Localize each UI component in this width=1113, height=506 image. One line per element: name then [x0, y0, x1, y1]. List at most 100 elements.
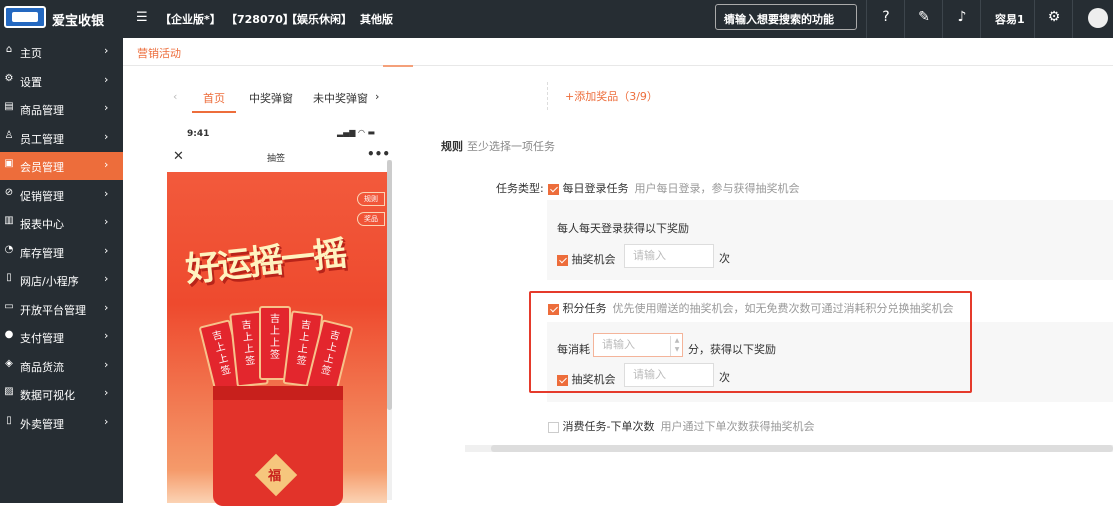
tab-marketing[interactable]: 营销活动 [137, 45, 181, 61]
tab-home[interactable]: 首页 [203, 90, 225, 106]
chevron-right-icon: › [104, 158, 109, 171]
daily-reward-label: 抽奖机会 [571, 253, 616, 266]
prev-tab-arrow-icon[interactable]: ‹ [173, 90, 177, 103]
preview-scrollbar[interactable] [387, 160, 392, 500]
highlight-box [529, 291, 972, 393]
sidebar-item-3[interactable]: ♙ 员工管理 › [0, 124, 123, 152]
preview-tabs: ‹ 首页 中奖弹窗 未中奖弹窗 › [167, 82, 393, 114]
chevron-right-icon: › [104, 272, 109, 285]
sidebar-item-label: 促销管理 [20, 189, 64, 203]
search-icon[interactable]: ⌕ [724, 10, 850, 25]
sidebar-item-8[interactable]: ▯ 网店/小程序 › [0, 266, 123, 294]
search-box[interactable]: 请输入想要搜索的功能 ⌕ [715, 4, 857, 30]
settings-icon: ⚙ [4, 72, 14, 84]
chevron-right-icon: › [104, 44, 109, 57]
daily-login-label: 每日登录任务 [562, 182, 629, 195]
sidebar-item-label: 员工管理 [20, 132, 64, 146]
sidebar-item-12[interactable]: ▨ 数据可视化 › [0, 380, 123, 408]
chevron-right-icon: › [104, 357, 109, 371]
rules-heading: 规则 至少选择一项任务 [441, 140, 555, 153]
sidebar-item-6[interactable]: ▥ 报表中心 › [0, 209, 123, 237]
sidebar-item-label: 开放平台管理 [20, 303, 86, 317]
sidebar-item-0[interactable]: ⌂ 主页 › [0, 38, 123, 66]
chevron-right-icon: › [104, 186, 109, 200]
daily-reward-checkbox[interactable] [557, 254, 568, 266]
order-task-row: 消费任务-下单次数 用户通过下单次数获得抽奖机会 [548, 418, 814, 434]
report-icon: ▥ [4, 215, 14, 226]
top-bar: 爱宝收银 ☰ 【企业版*】 【728070】 【娱乐休闲】 其他版 请输入想要搜… [0, 0, 1113, 38]
sidebar-item-13[interactable]: ▯ 外卖管理 › [0, 409, 123, 437]
tab-win-popup[interactable]: 中奖弹窗 [249, 90, 293, 106]
sidebar-item-5[interactable]: ⊘ 促销管理 › [0, 181, 123, 209]
chevron-right-icon: › [104, 72, 109, 86]
add-prize-button[interactable]: +添加奖品（3/9） [565, 88, 658, 104]
sidebar-item-10[interactable]: ● 支付管理 › [0, 323, 123, 351]
logo [4, 6, 46, 28]
daily-login-checkbox[interactable] [548, 183, 559, 195]
poster-title: 好运摇一摇 [183, 233, 348, 291]
promotion-icon: ⊘ [4, 186, 14, 198]
sidebar-item-7[interactable]: ◔ 库存管理 › [0, 238, 123, 266]
next-tab-arrow-icon[interactable]: › [375, 90, 379, 103]
sidebar-item-label: 商品货流 [20, 360, 64, 374]
phone-title: 抽签 [267, 154, 286, 164]
platform-icon: ▭ [4, 300, 14, 312]
goods-flow-icon: ◈ [5, 357, 13, 369]
horizontal-scrollbar[interactable] [465, 445, 1113, 452]
sidebar: ⌂ 主页 › ⚙ 设置 › ▤ 商品管理 › ♙ 员工管理 › ▣ 会员管理 › ⊘ 促销管理 › ▥ 报表中心 › ◔ 库… [0, 38, 123, 503]
sidebar-item-label: 数据可视化 [20, 389, 75, 402]
sidebar-item-1[interactable]: ⚙ 设置 › [0, 67, 123, 95]
edition-label: 【企业版*】 [160, 13, 221, 26]
inventory-icon: ◔ [4, 243, 14, 255]
sidebar-item-label: 主页 [20, 47, 42, 60]
daily-login-desc: 用户每日登录，参与获得抽奖机会 [634, 182, 800, 195]
product-icon: ▤ [4, 101, 14, 112]
payment-icon: ● [4, 329, 14, 340]
menu-toggle-icon[interactable]: ☰ [136, 10, 148, 25]
daily-reward-input[interactable]: 请输入 [624, 244, 714, 268]
chevron-right-icon: › [104, 386, 109, 399]
sidebar-item-11[interactable]: ◈ 商品货流 › [0, 352, 123, 380]
signal-wifi-battery-icon: ▂▄▆ ◠ ▬ [337, 128, 376, 137]
avatar[interactable] [1088, 8, 1108, 28]
sidebar-item-2[interactable]: ▤ 商品管理 › [0, 95, 123, 123]
order-task-checkbox[interactable] [548, 421, 559, 433]
sidebar-item-label: 商品管理 [20, 104, 64, 117]
order-task-desc: 用户通过下单次数获得抽奖机会 [660, 420, 815, 433]
edit-icon[interactable]: ✎ [914, 9, 934, 25]
chevron-right-icon: › [104, 329, 109, 342]
sidebar-item-label: 支付管理 [20, 332, 64, 345]
main-content: 营销活动 ‹ 首页 中奖弹窗 未中奖弹窗 › 9:41 ▂▄▆ ◠ ▬ ✕ 抽签… [123, 38, 1113, 506]
tab-lose-popup[interactable]: 未中奖弹窗 [313, 90, 368, 106]
help-icon[interactable]: ? [876, 9, 896, 25]
sidebar-item-label: 外卖管理 [20, 417, 64, 431]
sidebar-item-label: 设置 [20, 75, 42, 89]
staff-icon: ♙ [4, 129, 14, 141]
sidebar-item-label: 报表中心 [20, 218, 64, 231]
store-icon: ▯ [6, 272, 12, 283]
sidebar-item-label: 会员管理 [20, 161, 64, 174]
daily-login-hint: 每人每天登录获得以下奖励 [557, 222, 689, 235]
chevron-right-icon: › [104, 101, 109, 114]
fu-emblem: 福 [254, 453, 298, 497]
more-icon: ••• [367, 147, 391, 161]
rules-button: 规则 [357, 192, 385, 206]
takeout-icon: ▯ [6, 414, 12, 426]
phone-preview: 9:41 ▂▄▆ ◠ ▬ ✕ 抽签 ••• 好运摇一摇 规则 奖品 吉上上签 吉… [167, 120, 391, 506]
sidebar-item-label: 库存管理 [20, 246, 64, 260]
sidebar-item-label: 网店/小程序 [20, 275, 79, 288]
task-type-label: 任务类型: [496, 182, 544, 195]
bell-icon[interactable]: ♪ [952, 9, 972, 25]
settings-panel: +添加奖品（3/9） 规则 至少选择一项任务 任务类型: 每日登录任务 用户每日登录… [441, 38, 1113, 503]
sidebar-item-9[interactable]: ▭ 开放平台管理 › [0, 295, 123, 323]
chevron-right-icon: › [104, 300, 109, 314]
lottery-bucket: 福 [213, 386, 343, 506]
other-version-label: 其他版 [360, 13, 393, 26]
chevron-right-icon: › [104, 129, 109, 143]
preview-panel: ‹ 首页 中奖弹窗 未中奖弹窗 › 9:41 ▂▄▆ ◠ ▬ ✕ 抽签 ••• … [167, 82, 393, 506]
gear-icon[interactable]: ⚙ [1044, 9, 1064, 25]
lottery-poster: 好运摇一摇 规则 奖品 吉上上签 吉上上签 吉上上签 吉上上签 吉上上签 福 [167, 172, 387, 506]
username[interactable]: 容易1 [995, 11, 1025, 27]
sidebar-item-4[interactable]: ▣ 会员管理 › [0, 152, 123, 180]
data-viz-icon: ▨ [4, 386, 14, 397]
